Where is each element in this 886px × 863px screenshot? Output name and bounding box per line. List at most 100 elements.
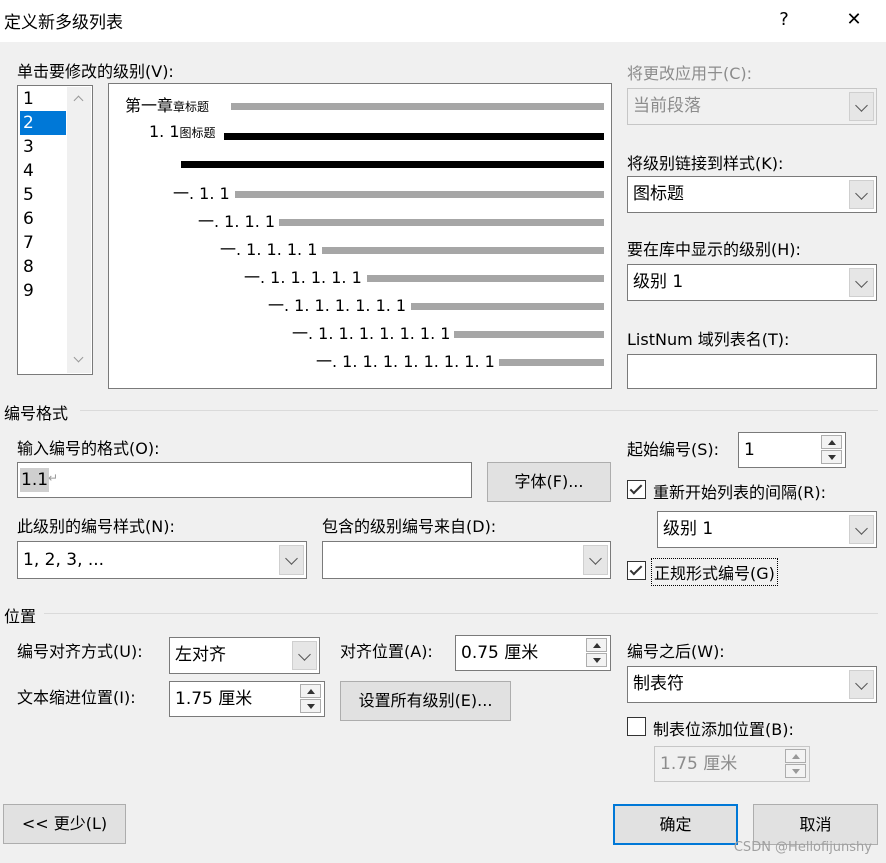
dropdown-button[interactable] — [849, 268, 874, 297]
include-level-dropdown[interactable] — [322, 541, 611, 579]
start-at-spinner[interactable]: 1 — [738, 432, 846, 468]
spin-down-button[interactable] — [300, 699, 321, 713]
level-item-7[interactable]: 7 — [20, 231, 66, 255]
spin-down-icon — [792, 769, 800, 774]
spin-down-icon — [307, 704, 315, 709]
preview-row-9: 一. 1. 1. 1. 1. 1. 1. 1 — [292, 324, 451, 343]
level-item-3[interactable]: 3 — [20, 135, 66, 159]
preview-text-bar — [411, 303, 604, 310]
preview-style: 章标题 — [173, 100, 210, 114]
spin-up-button[interactable] — [821, 435, 842, 449]
dropdown-button[interactable] — [849, 515, 874, 544]
chevron-down-icon — [855, 99, 868, 112]
text-indent-value: 1.75 厘米 — [175, 689, 253, 709]
preview-text-bar — [454, 331, 604, 338]
spin-down-icon — [593, 658, 601, 663]
align-at-label: 对齐位置(A): — [340, 642, 433, 661]
preview-text-bar — [499, 359, 604, 366]
restart-level-value: 级别 1 — [663, 519, 714, 539]
dropdown-button[interactable] — [849, 180, 874, 209]
gallery-level-label: 要在库中显示的级别(H): — [627, 240, 801, 259]
title-bar — [0, 0, 886, 42]
close-button[interactable]: ✕ — [838, 6, 870, 34]
chevron-down-icon — [855, 677, 868, 690]
spin-up-button[interactable] — [300, 684, 321, 698]
dropdown-button[interactable] — [292, 641, 317, 670]
preview-text-bar — [181, 161, 604, 168]
follow-number-dropdown[interactable]: 制表符 — [627, 666, 877, 703]
section-divider — [44, 613, 878, 614]
format-label: 输入编号的格式(O): — [17, 439, 160, 458]
restart-level-dropdown[interactable]: 级别 1 — [657, 511, 877, 548]
number-format-input[interactable]: 1.1 ↵ — [17, 462, 472, 498]
legal-numbering-checkbox[interactable] — [627, 561, 646, 580]
alignment-dropdown[interactable]: 左对齐 — [169, 637, 320, 674]
spin-up-button[interactable] — [586, 638, 607, 652]
level-item-5[interactable]: 5 — [20, 183, 66, 207]
spin-down-button[interactable] — [785, 764, 806, 778]
cancel-button[interactable]: 取消 — [753, 804, 878, 845]
restart-checkbox[interactable] — [627, 480, 646, 499]
scroll-up-icon[interactable] — [73, 95, 84, 106]
tab-stop-spinner[interactable]: 1.75 厘米 — [654, 746, 810, 782]
chevron-down-icon — [855, 522, 868, 535]
dropdown-button[interactable] — [849, 92, 874, 121]
chevron-down-icon — [589, 552, 602, 565]
restart-label: 重新开始列表的间隔(R): — [653, 483, 826, 502]
font-button[interactable]: 字体(F)... — [487, 462, 611, 502]
link-style-value: 图标题 — [633, 184, 684, 204]
text-indent-spinner[interactable]: 1.75 厘米 — [169, 681, 325, 717]
checkmark-icon — [629, 562, 643, 576]
number-style-dropdown[interactable]: 1, 2, 3, ... — [17, 541, 307, 579]
alignment-label: 编号对齐方式(U): — [17, 642, 143, 661]
checkmark-icon — [629, 481, 643, 495]
preview-text-bar — [231, 103, 604, 110]
preview-number: 第一章 — [125, 96, 174, 115]
apply-to-dropdown[interactable]: 当前段落 — [627, 88, 877, 125]
level-item-8[interactable]: 8 — [20, 255, 66, 279]
preview-row-4: 一. 1. 1 — [173, 184, 230, 203]
spin-down-icon — [828, 455, 836, 460]
level-item-9[interactable]: 9 — [20, 279, 66, 303]
format-field-value: 1.1 — [20, 468, 50, 492]
spin-down-button[interactable] — [586, 653, 607, 667]
level-list[interactable]: 1 2 3 4 5 6 7 8 9 — [17, 85, 93, 375]
text-indent-label: 文本缩进位置(I): — [17, 688, 136, 707]
section-divider — [80, 410, 878, 411]
watermark: CSDN @Hellofijunshy — [733, 840, 872, 855]
spin-down-button[interactable] — [821, 450, 842, 464]
less-button[interactable]: << 更少(L) — [3, 804, 126, 844]
include-level-label: 包含的级别编号来自(D): — [322, 517, 497, 536]
level-item-6[interactable]: 6 — [20, 207, 66, 231]
number-style-value: 1, 2, 3, ... — [23, 550, 105, 570]
number-style-label: 此级别的编号样式(N): — [17, 517, 175, 536]
preview-row-2: 1. 1图标题 — [149, 122, 216, 141]
gallery-level-dropdown[interactable]: 级别 1 — [627, 264, 877, 301]
chevron-down-icon — [855, 275, 868, 288]
listnum-input[interactable] — [627, 354, 877, 389]
preview-number: 1. 1 — [149, 122, 180, 141]
help-button[interactable]: ? — [768, 6, 800, 34]
tab-stop-checkbox[interactable] — [627, 717, 646, 736]
level-list-scrollbar[interactable] — [67, 87, 91, 373]
listnum-label: ListNum 域列表名(T): — [627, 330, 790, 349]
ok-button[interactable]: 确定 — [613, 804, 738, 845]
link-style-dropdown[interactable]: 图标题 — [627, 176, 877, 213]
dropdown-button[interactable] — [279, 545, 304, 575]
preview-row-7: 一. 1. 1. 1. 1. 1 — [244, 268, 362, 287]
spin-up-button[interactable] — [785, 749, 806, 763]
level-list-label: 单击要修改的级别(V): — [17, 62, 174, 81]
dropdown-button[interactable] — [849, 670, 874, 699]
preview-style: 图标题 — [179, 126, 216, 140]
level-item-4[interactable]: 4 — [20, 159, 66, 183]
align-at-spinner[interactable]: 0.75 厘米 — [455, 635, 611, 671]
start-at-label: 起始编号(S): — [627, 440, 720, 459]
level-item-1[interactable]: 1 — [20, 87, 66, 111]
paragraph-mark-icon: ↵ — [48, 471, 59, 485]
window-title: 定义新多级列表 — [4, 13, 123, 33]
scroll-down-icon[interactable] — [73, 352, 84, 363]
level-item-2[interactable]: 2 — [20, 111, 66, 135]
preview-text-bar — [279, 219, 604, 226]
set-all-levels-button[interactable]: 设置所有级别(E)... — [340, 681, 511, 721]
dropdown-button[interactable] — [583, 545, 608, 575]
